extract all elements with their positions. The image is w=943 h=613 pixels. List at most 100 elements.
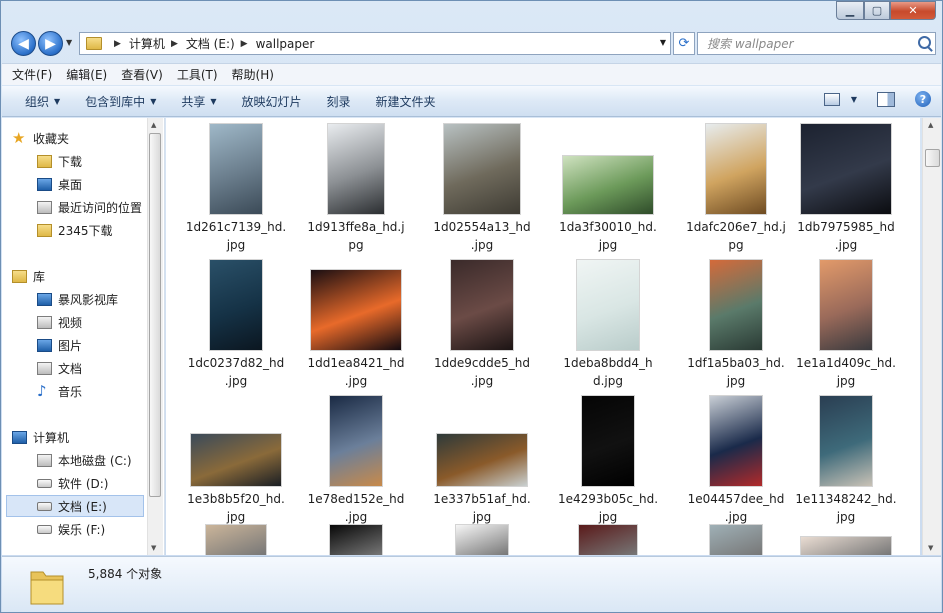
file-item[interactable]: 1d02554a13_hd .jpg bbox=[422, 122, 542, 252]
image-thumbnail[interactable] bbox=[330, 525, 382, 555]
file-item[interactable]: 1d261c7139_hd. jpg bbox=[176, 122, 296, 252]
slideshow-button[interactable]: 放映幻灯片 bbox=[242, 93, 302, 110]
scroll-up-icon[interactable]: ▲ bbox=[928, 121, 933, 129]
file-name[interactable]: 1df1a5ba03_hd. jpg bbox=[676, 354, 796, 390]
chevron-right-icon[interactable]: ▶ bbox=[171, 39, 178, 49]
sidebar-item-drive-e[interactable]: 文档 (E:) bbox=[6, 495, 144, 517]
file-name[interactable]: 1e3b8b5f20_hd. jpg bbox=[176, 490, 296, 526]
file-list-scroll-thumb[interactable] bbox=[925, 149, 940, 167]
sidebar-item-desktop[interactable]: 桌面 bbox=[37, 174, 82, 194]
refresh-button[interactable]: ⟳ bbox=[673, 32, 695, 55]
sidebar-item-recent[interactable]: 最近访问的位置 bbox=[37, 197, 142, 217]
sidebar-libraries[interactable]: 库 bbox=[12, 266, 45, 286]
file-item[interactable]: 1db7975985_hd .jpg bbox=[786, 122, 906, 252]
file-name[interactable]: 1e337b51af_hd. jpg bbox=[422, 490, 542, 526]
image-thumbnail[interactable] bbox=[210, 260, 262, 350]
image-thumbnail[interactable] bbox=[579, 525, 637, 555]
breadcrumb-wallpaper[interactable]: wallpaper bbox=[256, 37, 315, 51]
image-thumbnail[interactable] bbox=[437, 434, 527, 486]
sidebar-item-music[interactable]: ♪ 音乐 bbox=[37, 381, 82, 401]
chevron-right-icon[interactable]: ▶ bbox=[114, 39, 121, 49]
file-name[interactable]: 1d913ffe8a_hd.j pg bbox=[296, 218, 416, 254]
image-thumbnail[interactable] bbox=[710, 260, 762, 350]
image-thumbnail[interactable] bbox=[191, 434, 281, 486]
file-item[interactable]: 1e4293b05c_hd. jpg bbox=[548, 394, 668, 524]
file-name[interactable]: 1dafc206e7_hd.j pg bbox=[676, 218, 796, 254]
image-thumbnail[interactable] bbox=[210, 124, 262, 214]
sidebar-item-drive-f[interactable]: 娱乐 (F:) bbox=[37, 519, 105, 539]
new-folder-button[interactable]: 新建文件夹 bbox=[376, 93, 436, 110]
sidebar-item-downloads[interactable]: 下载 bbox=[37, 151, 82, 171]
file-item[interactable]: 1df1a5ba03_hd. jpg bbox=[676, 258, 796, 388]
search-icon[interactable] bbox=[918, 36, 931, 49]
organize-button[interactable]: 组织 ▼ bbox=[25, 93, 60, 110]
file-item[interactable]: 1dd1ea8421_hd .jpg bbox=[296, 258, 416, 388]
file-name[interactable]: 1da3f30010_hd. jpg bbox=[548, 218, 668, 254]
preview-pane-icon[interactable] bbox=[877, 91, 895, 107]
file-item[interactable]: 1deba8bdd4_h d.jpg bbox=[548, 258, 668, 388]
image-thumbnail[interactable] bbox=[820, 260, 872, 350]
file-item[interactable]: 1dc0237d82_hd .jpg bbox=[176, 258, 296, 388]
image-thumbnail[interactable] bbox=[206, 525, 266, 555]
file-name[interactable]: 1e4293b05c_hd. jpg bbox=[548, 490, 668, 526]
file-item[interactable]: 1e04457dee_hd .jpg bbox=[676, 394, 796, 524]
sidebar-item-pictures[interactable]: 图片 bbox=[37, 335, 82, 355]
scroll-down-icon[interactable]: ▼ bbox=[928, 544, 933, 552]
image-thumbnail[interactable] bbox=[801, 537, 891, 555]
image-thumbnail[interactable] bbox=[451, 260, 513, 350]
include-in-library-button[interactable]: 包含到库中 ▼ bbox=[85, 93, 156, 110]
sidebar-item-drive-c[interactable]: 本地磁盘 (C:) bbox=[37, 450, 132, 470]
file-item[interactable]: 1e78ed152e_hd .jpg bbox=[296, 394, 416, 524]
file-name[interactable]: 1e1a1d409c_hd. jpg bbox=[786, 354, 906, 390]
sidebar-item-documents[interactable]: 文档 bbox=[37, 358, 82, 378]
address-history-dropdown[interactable]: ▼ bbox=[660, 38, 666, 47]
breadcrumb-computer[interactable]: 计算机 bbox=[129, 35, 165, 52]
file-name[interactable]: 1e04457dee_hd .jpg bbox=[676, 490, 796, 526]
file-item[interactable]: 1dde9cdde5_hd .jpg bbox=[422, 258, 542, 388]
image-thumbnail[interactable] bbox=[444, 124, 520, 214]
menu-view[interactable]: 查看(V) bbox=[121, 66, 163, 83]
file-item[interactable]: 1dafc206e7_hd.j pg bbox=[676, 122, 796, 252]
file-name[interactable]: 1dd1ea8421_hd .jpg bbox=[296, 354, 416, 390]
image-thumbnail[interactable] bbox=[328, 124, 384, 214]
file-name[interactable]: 1dc0237d82_hd .jpg bbox=[176, 354, 296, 390]
file-name[interactable]: 1deba8bdd4_h d.jpg bbox=[548, 354, 668, 390]
scroll-down-icon[interactable]: ▼ bbox=[151, 544, 156, 552]
sidebar-item-videos[interactable]: 视频 bbox=[37, 312, 82, 332]
image-thumbnail[interactable] bbox=[706, 124, 766, 214]
scroll-up-icon[interactable]: ▲ bbox=[151, 121, 156, 129]
menu-file[interactable]: 文件(F) bbox=[12, 66, 52, 83]
file-item[interactable]: 1e337b51af_hd. jpg bbox=[422, 394, 542, 524]
file-item[interactable]: 1e3b8b5f20_hd. jpg bbox=[176, 394, 296, 524]
view-options-dropdown[interactable]: ▼ bbox=[851, 95, 857, 104]
navigation-scrollbar[interactable]: ▲ ▼ bbox=[147, 118, 163, 555]
sidebar-item-2345-downloads[interactable]: 2345下载 bbox=[37, 220, 113, 240]
file-item[interactable]: 1da3f30010_hd. jpg bbox=[548, 122, 668, 252]
burn-button[interactable]: 刻录 bbox=[327, 93, 351, 110]
sidebar-favorites[interactable]: ★ 收藏夹 bbox=[12, 128, 69, 148]
search-box[interactable]: 搜索 wallpaper bbox=[697, 32, 936, 55]
file-name[interactable]: 1e78ed152e_hd .jpg bbox=[296, 490, 416, 526]
file-list-scrollbar[interactable]: ▲ ▼ bbox=[922, 118, 941, 555]
change-view-icon[interactable] bbox=[823, 92, 840, 106]
share-button[interactable]: 共享 ▼ bbox=[181, 93, 216, 110]
image-thumbnail[interactable] bbox=[820, 396, 872, 486]
sidebar-item-drive-d[interactable]: 软件 (D:) bbox=[37, 473, 108, 493]
back-button[interactable]: ◀ bbox=[11, 31, 36, 56]
file-item[interactable]: 1d913ffe8a_hd.j pg bbox=[296, 122, 416, 252]
breadcrumb-drive-e[interactable]: 文档 (E:) bbox=[186, 35, 235, 52]
recent-pages-dropdown[interactable]: ▼ bbox=[66, 38, 72, 47]
address-bar[interactable]: ▶ 计算机 ▶ 文档 (E:) ▶ wallpaper ▼ bbox=[79, 32, 671, 55]
image-thumbnail[interactable] bbox=[801, 124, 891, 214]
sidebar-item-baofeng-library[interactable]: 暴风影视库 bbox=[37, 289, 118, 309]
navigation-scroll-thumb[interactable] bbox=[149, 133, 161, 497]
image-thumbnail[interactable] bbox=[456, 525, 508, 555]
menu-edit[interactable]: 编辑(E) bbox=[66, 66, 107, 83]
file-name[interactable]: 1db7975985_hd .jpg bbox=[786, 218, 906, 254]
file-name[interactable]: 1d02554a13_hd .jpg bbox=[422, 218, 542, 254]
file-name[interactable]: 1d261c7139_hd. jpg bbox=[176, 218, 296, 254]
image-thumbnail[interactable] bbox=[577, 260, 639, 350]
file-item[interactable]: 1e11348242_hd. jpg bbox=[786, 394, 906, 524]
minimize-button[interactable]: ▁ bbox=[836, 1, 864, 20]
menu-tools[interactable]: 工具(T) bbox=[177, 66, 218, 83]
